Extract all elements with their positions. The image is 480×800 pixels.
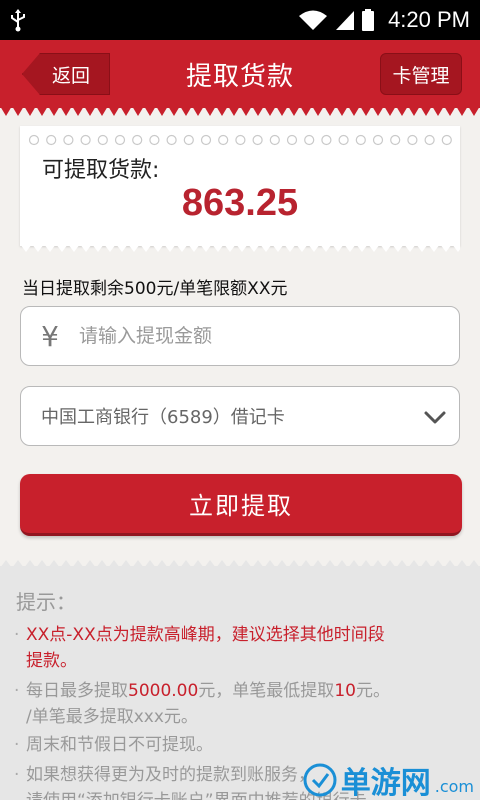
receipt-hole <box>114 134 126 146</box>
receipt-hole <box>441 134 452 146</box>
watermark-domain: .com <box>434 776 474 796</box>
status-bar: 4:20 PM <box>0 0 480 40</box>
app-header: 提取货款 返回 卡管理 <box>0 40 480 116</box>
bank-card-select[interactable]: 中国工商银行（6589）借记卡 <box>20 386 460 446</box>
battery-icon <box>362 9 375 31</box>
tip-text: XX点-XX点为提款高峰期，建议选择其他时间段 <box>26 625 385 645</box>
site-watermark: 单游网 .com <box>303 758 474 800</box>
bullet-icon: · <box>14 765 20 785</box>
receipt-hole <box>80 134 91 146</box>
wifi-icon <box>299 10 328 30</box>
balance-card: 可提取货款: 863.25 <box>20 126 460 252</box>
receipt-hole <box>28 134 40 146</box>
bank-card-value: 中国工商银行（6589）借记卡 <box>41 407 285 428</box>
watermark-text: 单游网 <box>340 766 431 800</box>
tip-text: 每日最多提取 <box>26 681 128 701</box>
tip-text: 元，单笔最低提取 <box>198 681 335 701</box>
receipt-hole <box>200 134 212 146</box>
tip-text: 提款。 <box>26 651 77 671</box>
tip-item: · 每日最多提取5000.00元，单笔最低提取10元。 /单笔最多提取xxx元。 <box>14 678 454 730</box>
bullet-icon: · <box>14 625 20 645</box>
receipt-hole <box>97 134 108 146</box>
receipt-hole <box>407 134 418 146</box>
header-zigzag-edge <box>0 106 480 116</box>
chevron-down-icon <box>424 411 446 424</box>
balance-label: 可提取货款: <box>42 158 160 183</box>
tip-highlight: 10 <box>334 681 356 701</box>
receipt-hole <box>252 134 263 146</box>
receipt-hole <box>183 134 194 146</box>
balance-amount: 863.25 <box>181 182 299 224</box>
receipt-hole <box>338 134 349 146</box>
tip-highlight: 5000.00 <box>128 681 199 701</box>
bullet-icon: · <box>14 735 20 755</box>
tip-item: · XX点-XX点为提款高峰期，建议选择其他时间段 提款。 <box>14 622 454 674</box>
receipt-hole <box>372 134 384 146</box>
tips-panel: 提示： · XX点-XX点为提款高峰期，建议选择其他时间段 提款。 · 每日最多提取… <box>0 560 480 800</box>
withdraw-limit-text: 当日提取剩余500元/单笔限额XX元 <box>22 279 288 299</box>
yen-icon: ¥ <box>41 319 59 353</box>
amount-field[interactable]: ¥ <box>20 306 460 366</box>
card-manage-button[interactable]: 卡管理 <box>380 53 462 95</box>
receipt-hole <box>321 134 332 146</box>
receipt-hole <box>424 134 435 146</box>
tip-item: · 周末和节假日不可提现。 <box>14 732 454 758</box>
receipt-hole <box>46 134 57 146</box>
receipt-hole <box>286 134 298 146</box>
amount-input[interactable] <box>79 325 439 347</box>
receipt-zigzag-edge <box>20 244 460 252</box>
withdraw-now-button[interactable]: 立即提取 <box>20 474 462 536</box>
receipt-hole <box>166 134 177 146</box>
receipt-hole <box>304 134 315 146</box>
receipt-hole <box>355 134 366 146</box>
tips-zigzag-edge <box>0 560 480 568</box>
receipt-hole <box>63 134 74 146</box>
cell-signal-icon <box>336 11 355 30</box>
receipt-hole <box>235 134 246 146</box>
back-button[interactable]: 返回 <box>22 53 110 95</box>
watermark-logo-icon <box>303 763 337 797</box>
usb-icon <box>11 9 25 32</box>
tips-heading: 提示： <box>16 590 76 614</box>
tip-text: /单笔最多提取xxx元。 <box>26 707 198 727</box>
bullet-icon: · <box>14 681 20 701</box>
receipt-hole <box>269 134 280 146</box>
receipt-holes <box>28 134 452 146</box>
receipt-hole <box>218 134 229 146</box>
tip-text: 如果想获得更为及时的提款到账服务， <box>26 765 315 785</box>
receipt-hole <box>149 134 160 146</box>
receipt-hole <box>390 134 401 146</box>
clock: 4:20 PM <box>388 7 470 32</box>
tip-text: 元。 <box>355 681 390 701</box>
receipt-hole <box>132 134 143 146</box>
tip-text: 周末和节假日不可提现。 <box>26 735 213 755</box>
